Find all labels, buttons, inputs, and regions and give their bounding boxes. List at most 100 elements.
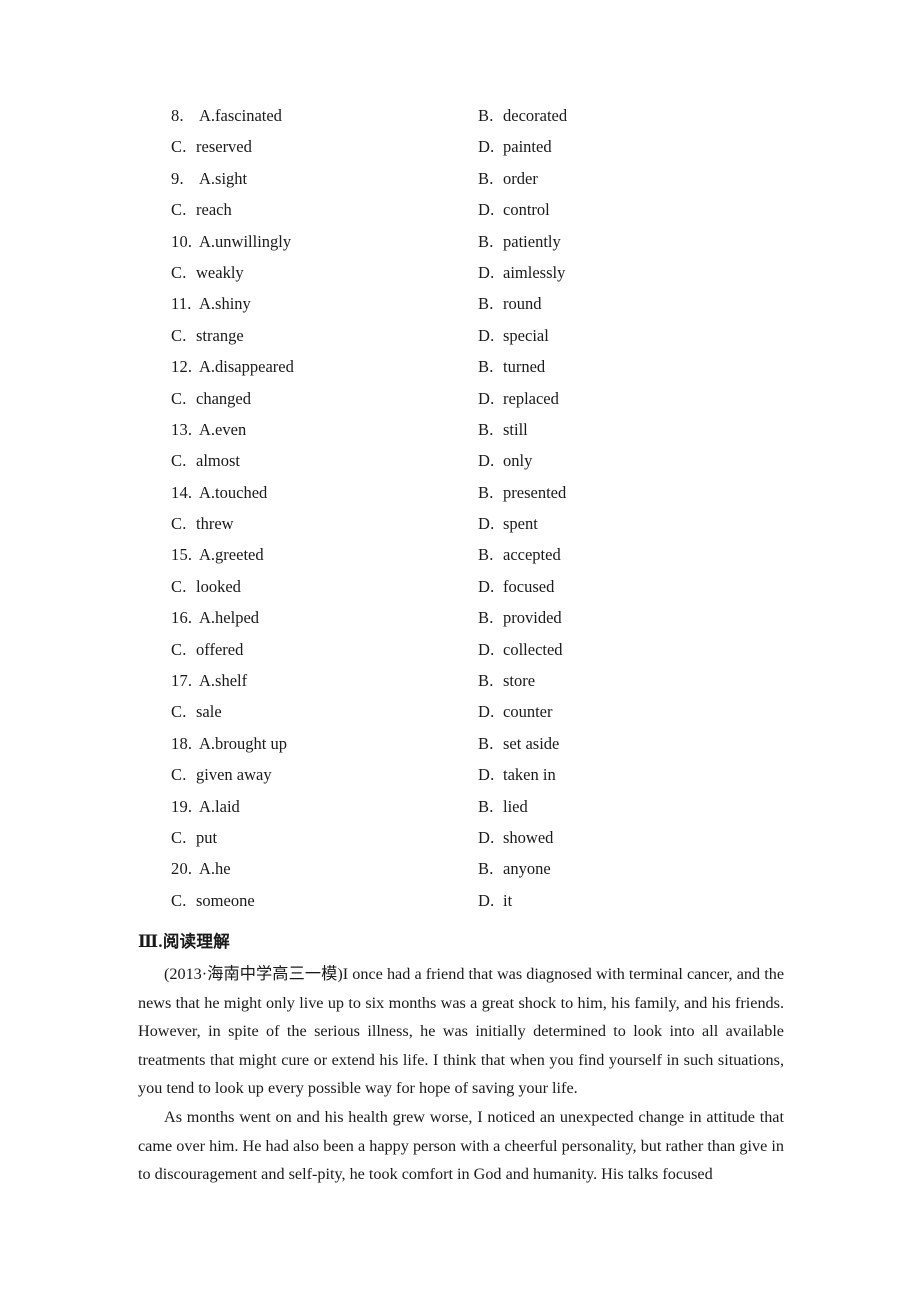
cloze-option-a[interactable]: 20. A. he: [171, 853, 231, 884]
cloze-option-d[interactable]: D. taken in: [478, 759, 556, 790]
option-b-text: provided: [503, 608, 562, 628]
table-row: 19. A. laid B. lied: [138, 791, 798, 822]
option-b-text: patiently: [503, 231, 561, 251]
cloze-option-d[interactable]: D. collected: [478, 634, 563, 665]
cloze-option-d[interactable]: D. painted: [478, 131, 552, 162]
cloze-option-d[interactable]: D. showed: [478, 822, 553, 853]
cloze-option-a[interactable]: 15. A. greeted: [171, 539, 264, 570]
cloze-option-a[interactable]: 17. A. shelf: [171, 665, 247, 696]
document-page: 8. A. fascinated B. decorated C. reserved D. pai…: [0, 0, 920, 1302]
option-d-label: D.: [478, 262, 495, 282]
cloze-option-c[interactable]: C. put: [171, 822, 217, 853]
cloze-option-a[interactable]: 10. A. unwillingly: [171, 226, 291, 257]
cloze-option-b[interactable]: B. lied: [478, 791, 528, 822]
question-number: 14.: [171, 482, 193, 502]
option-a-text: brought up: [215, 733, 288, 753]
table-row: C. sale D. counter: [138, 696, 798, 727]
cloze-option-d[interactable]: D. special: [478, 320, 549, 351]
option-a-label: A.: [199, 482, 216, 502]
cloze-option-b[interactable]: B. anyone: [478, 853, 551, 884]
question-number: 19.: [171, 796, 193, 816]
table-row: C. offered D. collected: [138, 634, 798, 665]
option-b-text: turned: [503, 357, 546, 377]
cloze-option-a[interactable]: 12. A. disappeared: [171, 351, 294, 382]
option-d-text: control: [503, 200, 550, 220]
option-b-label: B.: [478, 168, 494, 188]
cloze-option-d[interactable]: D. replaced: [478, 383, 559, 414]
option-d-label: D.: [478, 827, 495, 847]
cloze-option-b[interactable]: B. provided: [478, 602, 562, 633]
cloze-option-b[interactable]: B. store: [478, 665, 535, 696]
cloze-option-c[interactable]: C. strange: [171, 320, 244, 351]
cloze-option-c[interactable]: C. looked: [171, 571, 241, 602]
option-d-text: painted: [503, 137, 552, 157]
option-a-label: A.: [199, 671, 216, 691]
cloze-option-d[interactable]: D. control: [478, 194, 550, 225]
option-d-label: D.: [478, 576, 495, 596]
cloze-option-c[interactable]: C. threw: [171, 508, 234, 539]
cloze-option-d[interactable]: D. aimlessly: [478, 257, 565, 288]
option-d-label: D.: [478, 702, 495, 722]
option-c-label: C.: [171, 765, 187, 785]
cloze-option-b[interactable]: B. accepted: [478, 539, 561, 570]
option-b-text: set aside: [503, 733, 560, 753]
cloze-option-d[interactable]: D. it: [478, 885, 512, 916]
option-a-label: A.: [199, 294, 216, 314]
option-a-text: touched: [215, 482, 268, 502]
question-number: 12.: [171, 357, 193, 377]
cloze-option-d[interactable]: D. focused: [478, 571, 554, 602]
cloze-option-c[interactable]: C. reach: [171, 194, 232, 225]
option-a-label: A.: [199, 796, 216, 816]
table-row: C. looked D. focused: [138, 571, 798, 602]
cloze-option-b[interactable]: B. decorated: [478, 100, 567, 131]
cloze-option-a[interactable]: 9. A. sight: [171, 163, 247, 194]
question-number: 9.: [171, 168, 184, 188]
table-row: C. strange D. special: [138, 320, 798, 351]
cloze-option-c[interactable]: C. changed: [171, 383, 251, 414]
option-b-text: anyone: [503, 859, 551, 879]
cloze-option-c[interactable]: C. offered: [171, 634, 243, 665]
cloze-option-b[interactable]: B. turned: [478, 351, 545, 382]
table-row: C. given away D. taken in: [138, 759, 798, 790]
cloze-option-a[interactable]: 8. A. fascinated: [171, 100, 282, 131]
cloze-option-a[interactable]: 18. A. brought up: [171, 728, 287, 759]
option-a-text: he: [215, 859, 231, 879]
cloze-option-c[interactable]: C. given away: [171, 759, 272, 790]
option-b-text: lied: [503, 796, 528, 816]
cloze-option-a[interactable]: 11. A. shiny: [171, 288, 251, 319]
cloze-option-c[interactable]: C. weakly: [171, 257, 244, 288]
cloze-option-c[interactable]: C. someone: [171, 885, 255, 916]
cloze-option-c[interactable]: C. reserved: [171, 131, 252, 162]
cloze-option-b[interactable]: B. still: [478, 414, 528, 445]
cloze-option-a[interactable]: 13. A. even: [171, 414, 246, 445]
cloze-option-c[interactable]: C. almost: [171, 445, 240, 476]
cloze-option-b[interactable]: B. round: [478, 288, 542, 319]
option-d-label: D.: [478, 639, 495, 659]
option-d-text: showed: [503, 827, 554, 847]
cloze-option-a[interactable]: 14. A. touched: [171, 477, 267, 508]
option-c-label: C.: [171, 137, 187, 157]
option-c-label: C.: [171, 890, 187, 910]
cloze-option-b[interactable]: B. presented: [478, 477, 566, 508]
passage-source: (2013·海南中学高三一模): [164, 965, 343, 983]
cloze-option-d[interactable]: D. counter: [478, 696, 552, 727]
option-d-text: it: [503, 890, 513, 910]
cloze-option-c[interactable]: C. sale: [171, 696, 222, 727]
question-number: 10.: [171, 231, 193, 251]
option-a-label: A.: [199, 733, 216, 753]
cloze-option-a[interactable]: 16. A. helped: [171, 602, 259, 633]
cloze-option-d[interactable]: D. only: [478, 445, 532, 476]
cloze-option-d[interactable]: D. spent: [478, 508, 538, 539]
table-row: 16. A. helped B. provided: [138, 602, 798, 633]
option-b-text: accepted: [503, 545, 561, 565]
cloze-option-b[interactable]: B. set aside: [478, 728, 559, 759]
table-row: C. reserved D. painted: [138, 131, 798, 162]
cloze-option-a[interactable]: 19. A. laid: [171, 791, 240, 822]
passage-paragraph-2: As months went on and his health grew wo…: [138, 1107, 784, 1184]
table-row: 8. A. fascinated B. decorated: [138, 100, 798, 131]
cloze-option-b[interactable]: B. order: [478, 163, 538, 194]
cloze-option-b[interactable]: B. patiently: [478, 226, 561, 257]
option-a-label: A.: [199, 357, 216, 377]
table-row: 13. A. even B. still: [138, 414, 798, 445]
option-c-label: C.: [171, 639, 187, 659]
